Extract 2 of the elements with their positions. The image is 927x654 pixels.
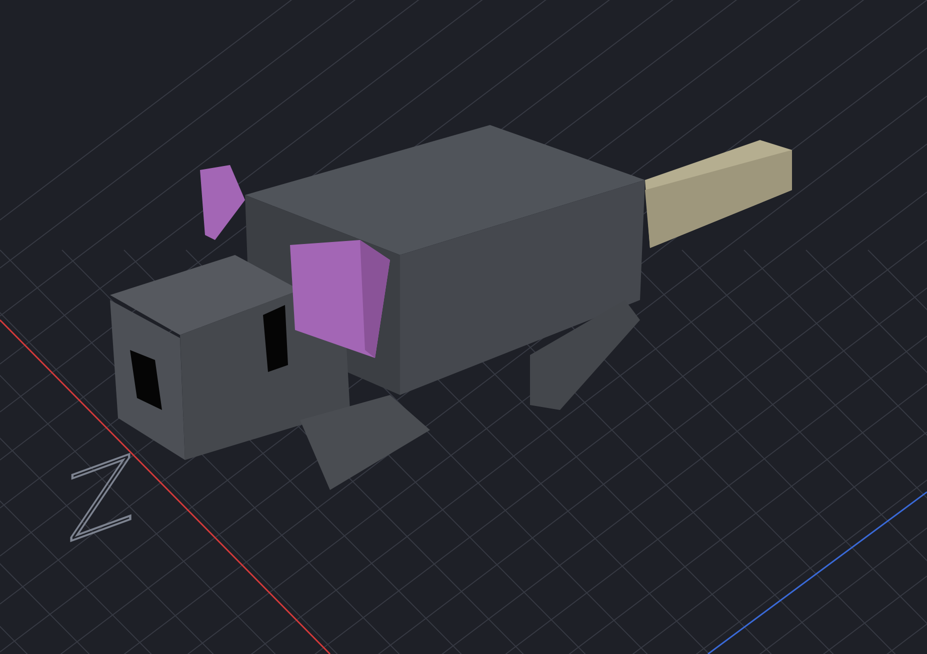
viewport[interactable]: Z [0, 0, 927, 654]
axis-label: Z [66, 442, 135, 558]
